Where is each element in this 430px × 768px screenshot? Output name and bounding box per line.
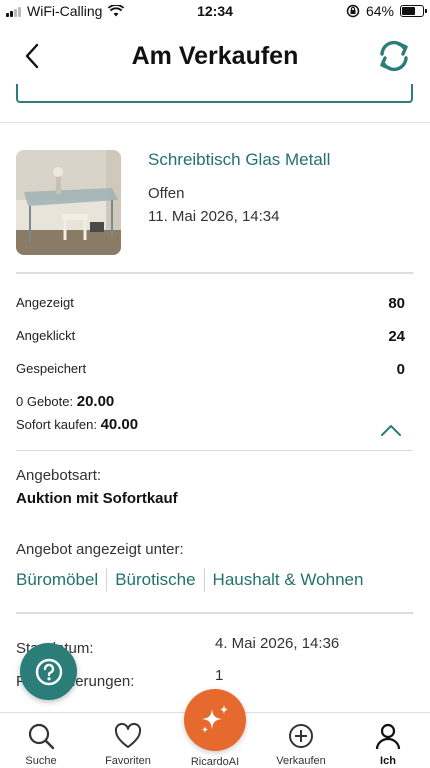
listing-date: 11. Mai 2026, 14:34: [148, 208, 280, 225]
refresh-icon[interactable]: [374, 38, 414, 74]
bids-label: 0 Gebote:: [16, 394, 74, 409]
help-button[interactable]: [20, 643, 77, 700]
chevron-up-icon[interactable]: [380, 423, 402, 437]
ricardo-ai-button[interactable]: [184, 689, 246, 751]
price-changes-value: 1: [215, 667, 224, 684]
nav-search[interactable]: Suche: [0, 721, 84, 767]
buynow-line: Sofort kaufen: 40.00: [16, 416, 138, 433]
nav-me[interactable]: Ich: [345, 721, 430, 767]
start-date-value: 4. Mai 2026, 14:36: [215, 635, 340, 652]
category-links: Büromöbel Bürotische Haushalt & Wohnen: [16, 568, 371, 592]
stat-saved-label: Gespeichert: [16, 361, 87, 376]
category-link[interactable]: Haushalt & Wohnen: [205, 570, 372, 590]
desk-photo: [16, 150, 121, 255]
header: Am Verkaufen: [0, 30, 430, 82]
sparkle-icon: [201, 705, 228, 733]
search-icon: [28, 723, 55, 750]
heart-icon: [114, 722, 142, 748]
offer-type-value: Auktion mit Sofortkauf: [16, 490, 178, 507]
category-link[interactable]: Bürotische: [107, 570, 203, 590]
listing-thumbnail[interactable]: [16, 150, 121, 255]
nav-search-label: Suche: [25, 755, 57, 767]
nav-favorites[interactable]: Favoriten: [85, 721, 171, 767]
nav-sell[interactable]: Verkaufen: [258, 721, 344, 767]
question-icon: [35, 658, 62, 685]
divider: [16, 612, 413, 614]
stat-viewed-value: 80: [388, 295, 405, 312]
buynow-value: 40.00: [100, 416, 139, 433]
stat-viewed: Angezeigt 80: [16, 295, 405, 317]
nav-ai-label: RicardoAI: [190, 756, 240, 768]
status-bar: WiFi-Calling 12:34 64%: [0, 0, 430, 22]
stat-viewed-label: Angezeigt: [16, 295, 74, 310]
user-icon: [375, 723, 401, 750]
category-link[interactable]: Büromöbel: [16, 570, 106, 590]
stat-saved-value: 0: [396, 361, 405, 378]
battery-percent: 64%: [365, 3, 394, 19]
listing-status: Offen: [148, 185, 185, 202]
plus-circle-icon: [289, 724, 313, 748]
divider: [16, 450, 413, 451]
clipped-action-button[interactable]: [16, 84, 413, 103]
stat-clicked: Angeklickt 24: [16, 328, 405, 350]
page-title: Am Verkaufen: [131, 42, 299, 70]
offer-type-label: Angebotsart:: [16, 467, 102, 484]
stat-clicked-label: Angeklickt: [16, 328, 76, 343]
rotation-lock-icon: [346, 4, 360, 18]
divider: [0, 122, 430, 123]
category-fade: [380, 562, 430, 596]
buynow-label: Sofort kaufen:: [16, 417, 97, 432]
stat-saved: Gespeichert 0: [16, 361, 405, 383]
nav-me-label: Ich: [380, 755, 396, 767]
battery-icon: [400, 5, 427, 17]
stat-clicked-value: 24: [388, 328, 405, 345]
bids-value: 20.00: [76, 393, 115, 410]
listing-title[interactable]: Schreibtisch Glas Metall: [148, 150, 330, 170]
divider: [16, 272, 413, 274]
categories-label: Angebot angezeigt unter:: [16, 541, 184, 558]
bids-line: 0 Gebote: 20.00: [16, 393, 114, 410]
nav-sell-label: Verkaufen: [276, 755, 326, 767]
battery-fill: [402, 7, 415, 15]
nav-favorites-label: Favoriten: [105, 755, 151, 767]
